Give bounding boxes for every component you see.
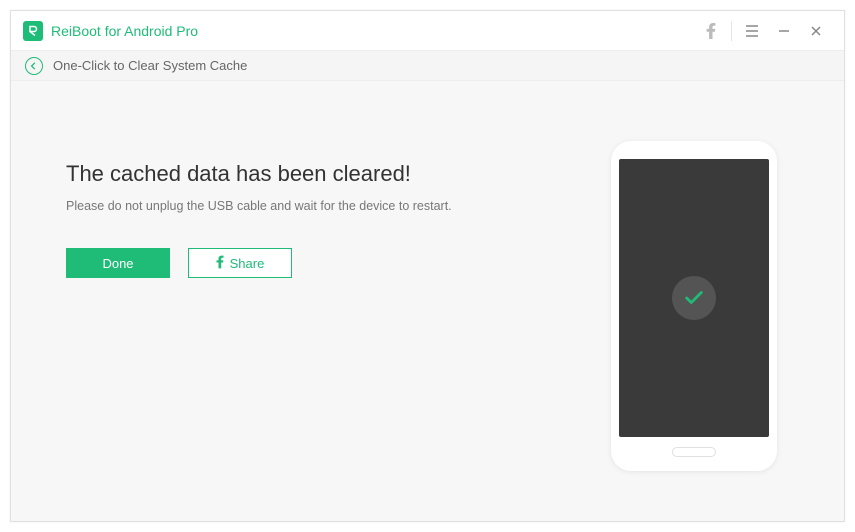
minimize-button[interactable] [768,11,800,51]
app-logo-icon [23,21,43,41]
phone-home-button [672,447,716,457]
separator [731,21,732,41]
back-button[interactable] [25,57,43,75]
done-button-label: Done [102,256,133,271]
content-area: The cached data has been cleared! Please… [11,81,844,521]
share-button-label: Share [230,256,265,271]
subheader-title: One-Click to Clear System Cache [53,58,247,73]
done-button[interactable]: Done [66,248,170,278]
facebook-icon[interactable] [695,11,727,51]
close-button[interactable] [800,11,832,51]
instruction-text: Please do not unplug the USB cable and w… [66,199,544,213]
phone-illustration-panel [584,141,804,491]
facebook-icon [216,255,224,272]
phone-screen [619,159,769,437]
app-window: ReiBoot for Android Pro [10,10,845,522]
share-button[interactable]: Share [188,248,292,278]
titlebar: ReiBoot for Android Pro [11,11,844,51]
app-title: ReiBoot for Android Pro [51,23,198,39]
checkmark-icon [672,276,716,320]
success-heading: The cached data has been cleared! [66,161,544,187]
button-row: Done Share [66,248,544,278]
menu-icon[interactable] [736,11,768,51]
subheader: One-Click to Clear System Cache [11,51,844,81]
phone-mockup [611,141,777,471]
message-panel: The cached data has been cleared! Please… [66,141,544,491]
